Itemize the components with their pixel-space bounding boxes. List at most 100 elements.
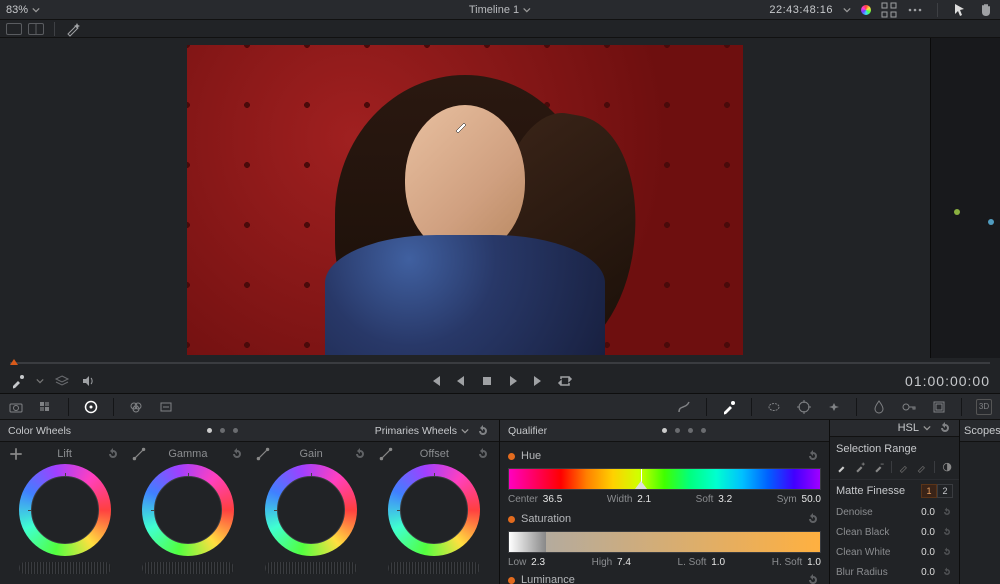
page-dot-icon[interactable] bbox=[220, 428, 225, 433]
lum-enable-icon[interactable] bbox=[508, 577, 515, 584]
rgb-mixer-icon[interactable] bbox=[128, 399, 144, 415]
invert-icon[interactable] bbox=[941, 459, 953, 475]
hue-marker-icon[interactable] bbox=[633, 469, 649, 489]
color-wheel[interactable] bbox=[265, 464, 357, 556]
stop-icon[interactable] bbox=[479, 373, 495, 389]
feather-sub-icon[interactable] bbox=[916, 459, 928, 475]
reset-icon[interactable] bbox=[352, 446, 368, 462]
qualifier-mode-dropdown[interactable]: HSL bbox=[898, 422, 931, 434]
next-clip-icon[interactable] bbox=[531, 373, 547, 389]
reset-icon[interactable] bbox=[937, 420, 953, 436]
chevron-down-icon[interactable] bbox=[36, 377, 44, 385]
matte-param-value[interactable]: 0.0 bbox=[911, 547, 935, 558]
reset-icon[interactable] bbox=[805, 511, 821, 527]
wheel-mode-icon[interactable] bbox=[378, 446, 394, 462]
reset-icon[interactable] bbox=[941, 564, 953, 580]
color-wheel[interactable] bbox=[19, 464, 111, 556]
reset-icon[interactable] bbox=[475, 423, 491, 439]
pointer-tool-icon[interactable] bbox=[952, 2, 968, 18]
page-dot-icon[interactable] bbox=[688, 428, 693, 433]
color-wheel[interactable] bbox=[142, 464, 234, 556]
reset-icon[interactable] bbox=[941, 504, 953, 520]
master-jog[interactable] bbox=[19, 562, 111, 574]
page-dot-icon[interactable] bbox=[662, 428, 667, 433]
view-dual-icon[interactable] bbox=[28, 23, 44, 35]
sat-high-value[interactable]: 7.4 bbox=[617, 557, 631, 568]
zoom-dropdown[interactable]: 83% bbox=[6, 4, 40, 16]
sizing-icon[interactable] bbox=[931, 399, 947, 415]
matte-param-value[interactable]: 0.0 bbox=[911, 527, 935, 538]
expand-icon[interactable] bbox=[881, 2, 897, 18]
reset-icon[interactable] bbox=[105, 446, 121, 462]
picker-sub-icon[interactable] bbox=[873, 459, 885, 475]
picker-add-icon[interactable] bbox=[854, 459, 866, 475]
color-wheels-icon[interactable] bbox=[83, 399, 99, 415]
sat-enable-icon[interactable] bbox=[508, 516, 515, 523]
timeline-dropdown[interactable]: Timeline 1 bbox=[469, 4, 531, 16]
step-back-icon[interactable] bbox=[453, 373, 469, 389]
page-dot-icon[interactable] bbox=[701, 428, 706, 433]
highlight-wand-icon[interactable] bbox=[65, 21, 81, 37]
sat-lsoft-value[interactable]: 1.0 bbox=[711, 557, 725, 568]
reset-icon[interactable] bbox=[229, 446, 245, 462]
reset-icon[interactable] bbox=[941, 524, 953, 540]
curves-icon[interactable] bbox=[676, 399, 692, 415]
matte-tab-1[interactable]: 1 bbox=[921, 484, 937, 498]
display-color-icon[interactable] bbox=[861, 5, 871, 15]
stereo-3d-icon[interactable]: 3D bbox=[976, 399, 992, 415]
color-match-icon[interactable] bbox=[38, 399, 54, 415]
node-connector-icon[interactable] bbox=[951, 206, 963, 218]
matte-param-value[interactable]: 0.0 bbox=[911, 567, 935, 578]
color-wheel[interactable] bbox=[388, 464, 480, 556]
hand-tool-icon[interactable] bbox=[978, 2, 994, 18]
wheel-mode-icon[interactable] bbox=[8, 446, 24, 462]
playhead-icon[interactable] bbox=[10, 359, 18, 365]
master-jog[interactable] bbox=[265, 562, 357, 574]
tracker-icon[interactable] bbox=[796, 399, 812, 415]
viewer[interactable] bbox=[0, 38, 930, 358]
wheels-mode-dropdown[interactable]: Primaries Wheels bbox=[375, 425, 469, 437]
node-graph-panel[interactable] bbox=[930, 38, 1000, 358]
reset-icon[interactable] bbox=[941, 544, 953, 560]
play-icon[interactable] bbox=[505, 373, 521, 389]
node-connector-icon[interactable] bbox=[985, 216, 997, 228]
qualifier-picker-icon[interactable] bbox=[721, 399, 737, 415]
hue-soft-value[interactable]: 3.2 bbox=[718, 494, 732, 505]
magic-mask-icon[interactable] bbox=[826, 399, 842, 415]
master-jog[interactable] bbox=[142, 562, 234, 574]
view-single-icon[interactable] bbox=[6, 23, 22, 35]
camera-raw-icon[interactable] bbox=[8, 399, 24, 415]
blur-icon[interactable] bbox=[871, 399, 887, 415]
picker-icon[interactable] bbox=[836, 459, 848, 475]
timecode-dropdown-icon[interactable] bbox=[843, 6, 851, 14]
reset-icon[interactable] bbox=[805, 448, 821, 464]
hue-enable-icon[interactable] bbox=[508, 453, 515, 460]
reset-icon[interactable] bbox=[475, 446, 491, 462]
prev-clip-icon[interactable] bbox=[427, 373, 443, 389]
hue-center-value[interactable]: 36.5 bbox=[543, 494, 562, 505]
saturation-range[interactable] bbox=[508, 531, 821, 553]
wheel-mode-icon[interactable] bbox=[131, 446, 147, 462]
matte-param-value[interactable]: 0.0 bbox=[911, 507, 935, 518]
sat-low-value[interactable]: 2.3 bbox=[531, 557, 545, 568]
audio-icon[interactable] bbox=[80, 373, 96, 389]
page-dot-icon[interactable] bbox=[233, 428, 238, 433]
wheel-mode-icon[interactable] bbox=[255, 446, 271, 462]
window-icon[interactable] bbox=[766, 399, 782, 415]
master-jog[interactable] bbox=[388, 562, 480, 574]
hue-width-value[interactable]: 2.1 bbox=[637, 494, 651, 505]
page-dot-icon[interactable] bbox=[675, 428, 680, 433]
feather-add-icon[interactable] bbox=[898, 459, 910, 475]
matte-tab-2[interactable]: 2 bbox=[937, 484, 953, 498]
page-dot-icon[interactable] bbox=[207, 428, 212, 433]
layers-icon[interactable] bbox=[54, 373, 70, 389]
hue-spectrum[interactable] bbox=[508, 468, 821, 490]
sat-hsoft-value[interactable]: 1.0 bbox=[807, 557, 821, 568]
more-icon[interactable] bbox=[907, 2, 923, 18]
timeline-scrubber[interactable] bbox=[0, 358, 1000, 368]
motion-effects-icon[interactable] bbox=[158, 399, 174, 415]
reset-icon[interactable] bbox=[805, 572, 821, 584]
key-icon[interactable] bbox=[901, 399, 917, 415]
eyedropper-icon[interactable] bbox=[10, 373, 26, 389]
hue-sym-value[interactable]: 50.0 bbox=[802, 494, 821, 505]
